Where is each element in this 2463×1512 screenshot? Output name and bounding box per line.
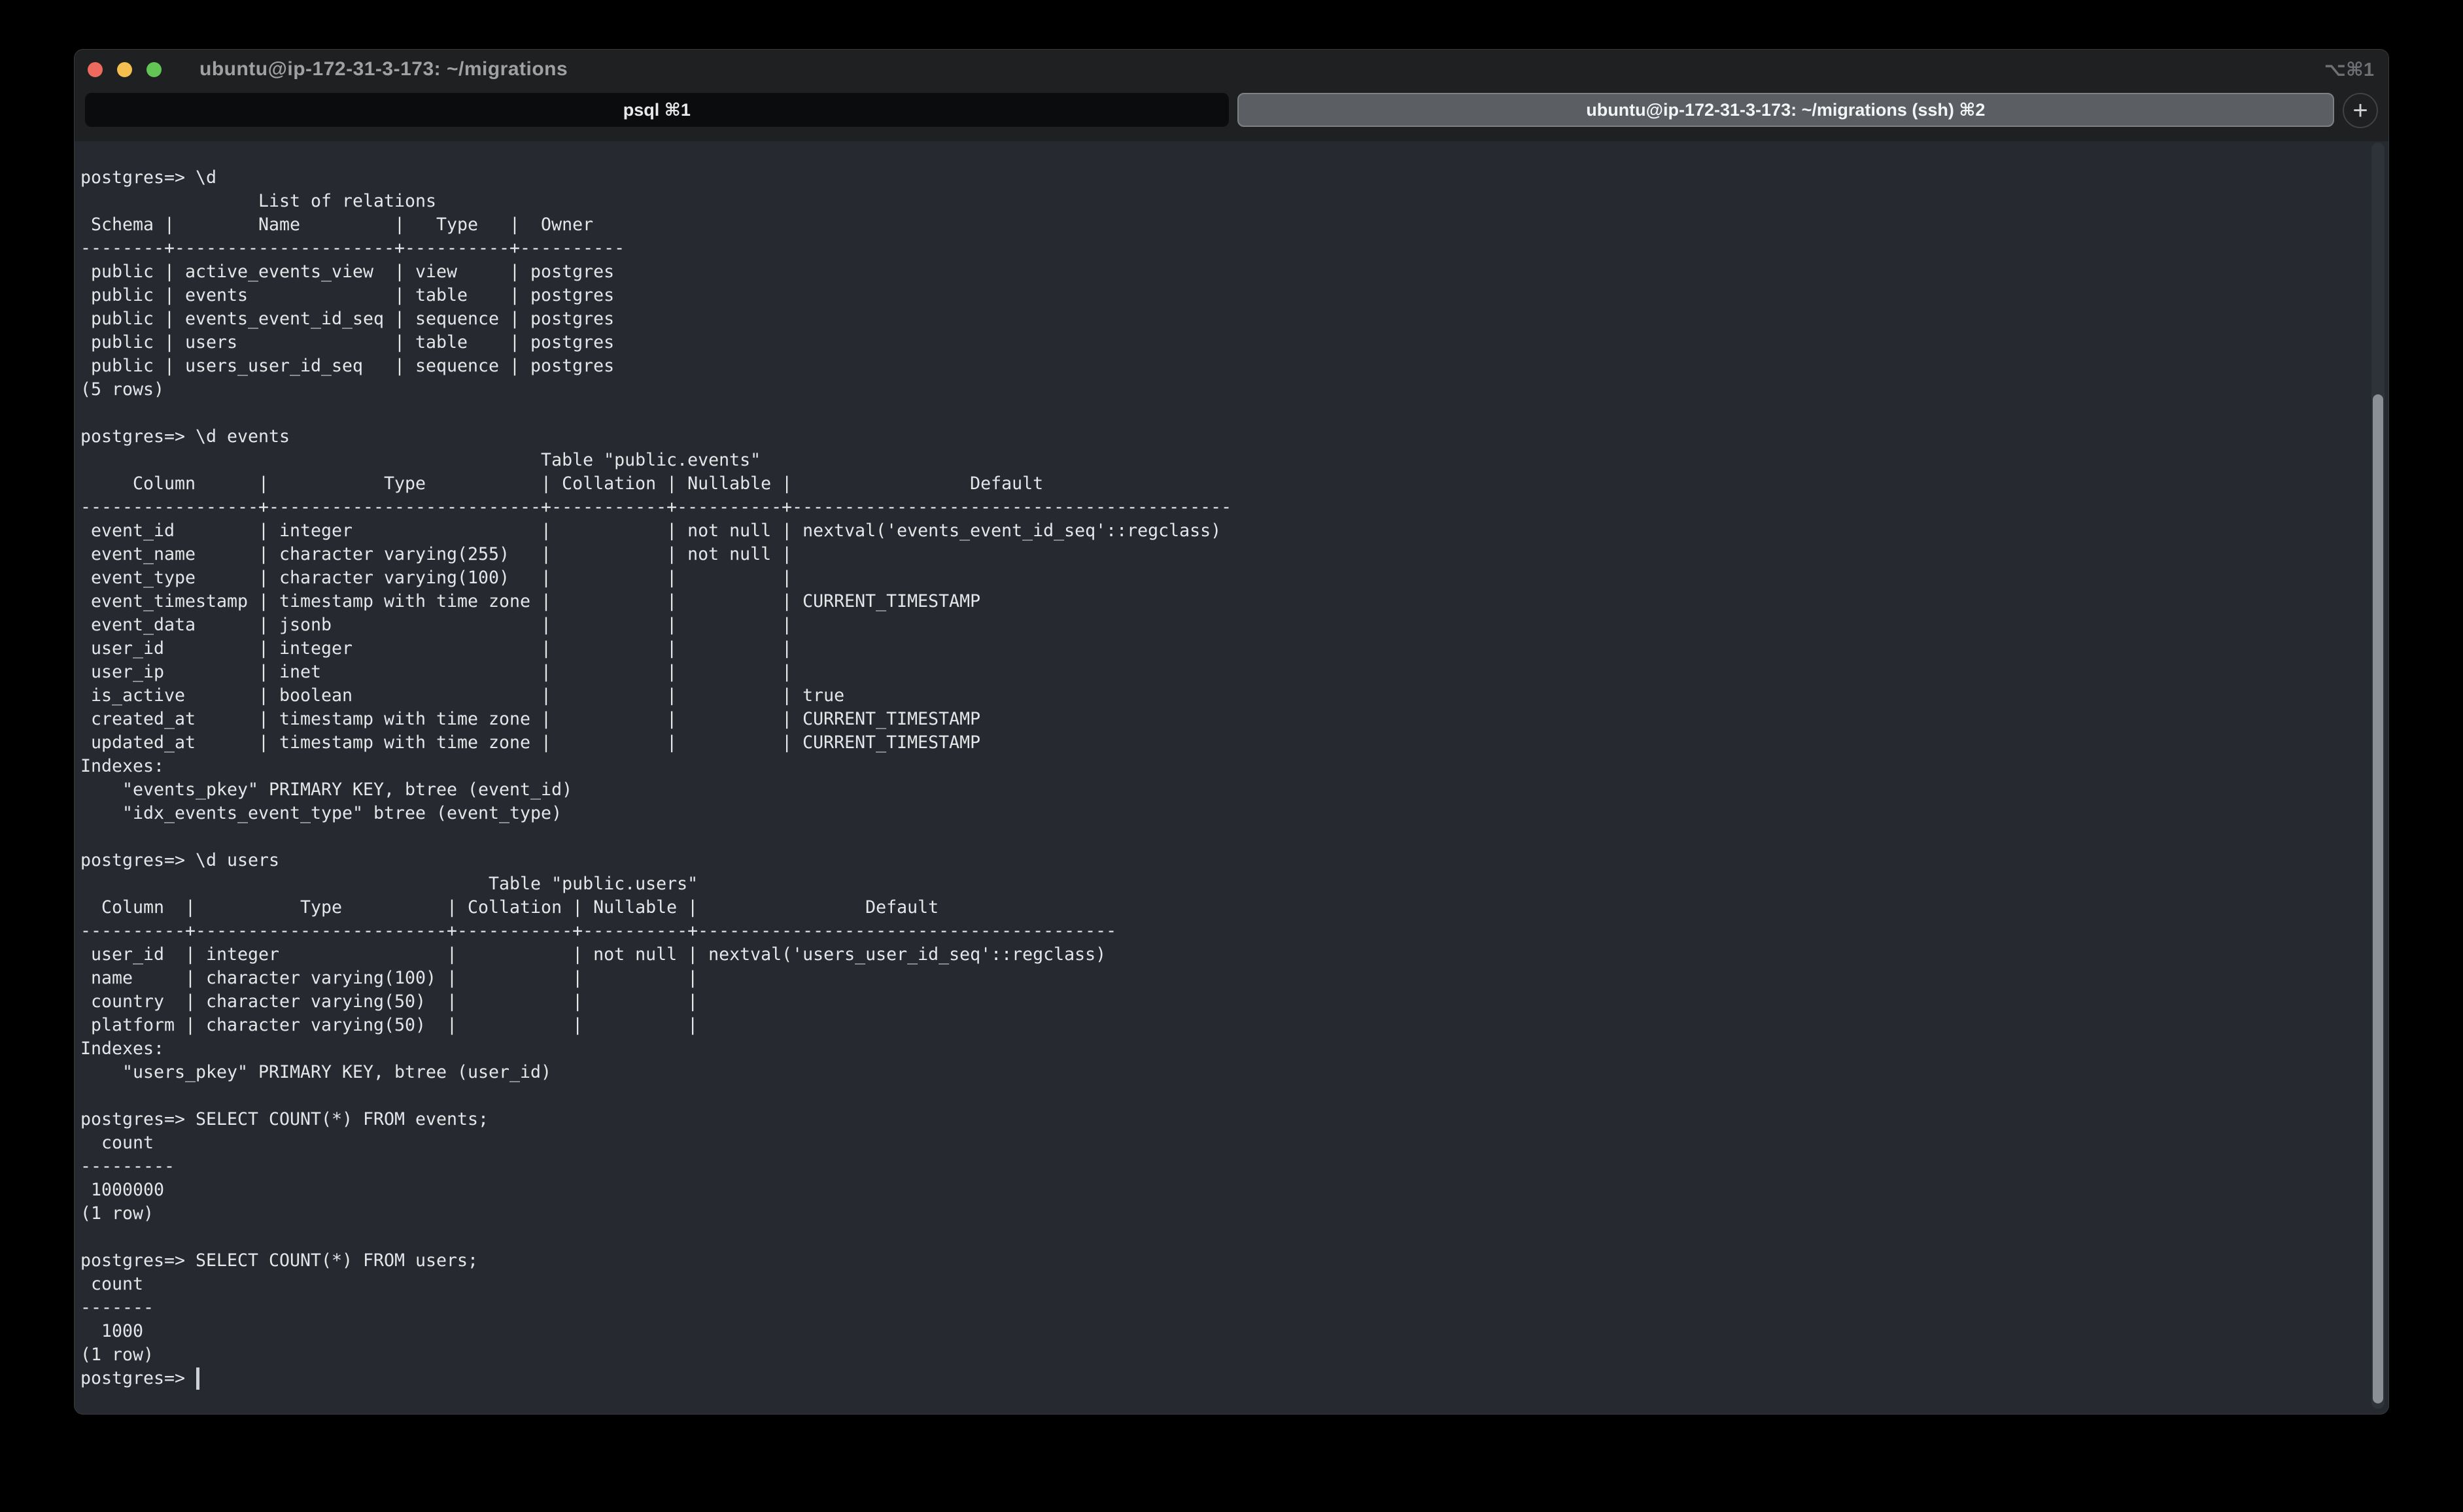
scrollbar-thumb[interactable] [2373, 394, 2383, 1403]
tab-bar: psql ⌘1 ubuntu@ip-172-31-3-173: ~/migrat… [75, 89, 2388, 141]
window-title: ubuntu@ip-172-31-3-173: ~/migrations [199, 58, 568, 80]
tab-psql[interactable]: psql ⌘1 [85, 93, 1229, 127]
zoom-button[interactable] [146, 62, 162, 77]
new-tab-button[interactable]: + [2343, 93, 2378, 128]
terminal-prompt: postgres=> [80, 1367, 196, 1390]
terminal-window: ubuntu@ip-172-31-3-173: ~/migrations ⌥⌘1… [74, 49, 2389, 1415]
window-titlebar[interactable]: ubuntu@ip-172-31-3-173: ~/migrations ⌥⌘1 [75, 50, 2388, 89]
terminal-output: postgres=> \d List of relations Schema |… [80, 166, 2388, 1367]
tab-psql-label: psql ⌘1 [623, 100, 691, 120]
tab-ssh-session-label: ubuntu@ip-172-31-3-173: ~/migrations (ss… [1586, 100, 1985, 120]
terminal-cursor [196, 1367, 199, 1390]
terminal-content[interactable]: postgres=> \d List of relations Schema |… [75, 141, 2388, 1414]
scrollbar[interactable] [2371, 143, 2385, 1409]
tab-ssh-session[interactable]: ubuntu@ip-172-31-3-173: ~/migrations (ss… [1237, 93, 2334, 127]
close-button[interactable] [88, 62, 103, 77]
window-shortcut-hint: ⌥⌘1 [2324, 58, 2374, 81]
desktop-background: ubuntu@ip-172-31-3-173: ~/migrations ⌥⌘1… [0, 0, 2463, 1512]
minimize-button[interactable] [117, 62, 132, 77]
terminal-prompt-line: postgres=> [80, 1367, 2388, 1390]
traffic-lights [88, 62, 162, 77]
plus-icon: + [2352, 97, 2368, 124]
